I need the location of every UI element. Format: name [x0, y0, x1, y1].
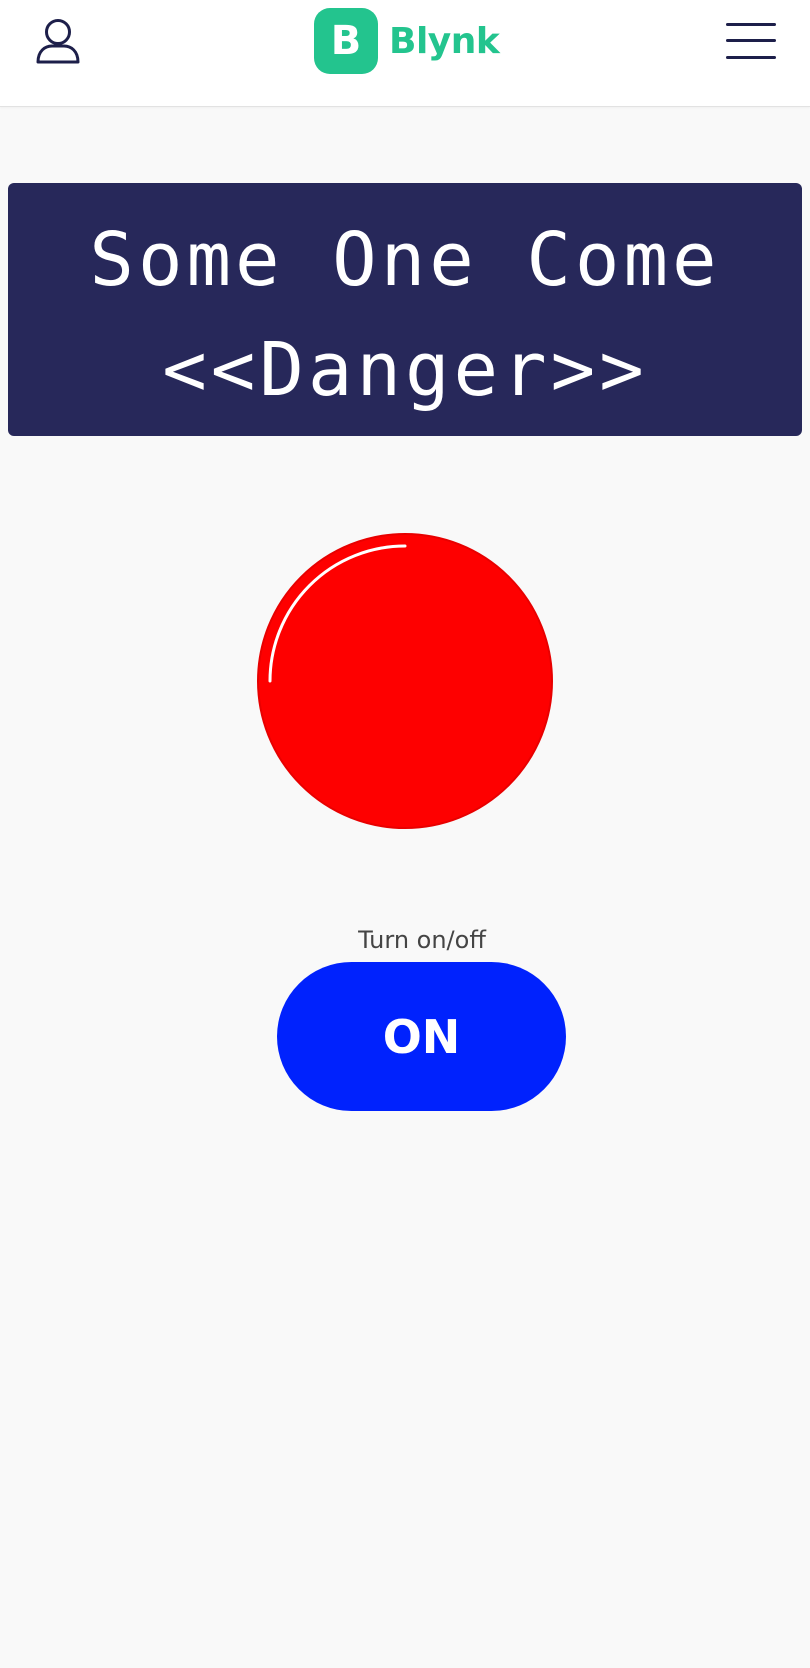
- hamburger-menu-icon-bar: [726, 56, 776, 59]
- logo-text: Blynk: [389, 20, 500, 62]
- user-icon: [36, 19, 80, 64]
- blynk-logo: B Blynk: [314, 8, 500, 74]
- app-header: B Blynk: [0, 0, 810, 107]
- user-profile-button[interactable]: [32, 16, 84, 68]
- led-indicator: [257, 533, 553, 829]
- hamburger-menu-icon-bar: [726, 39, 776, 42]
- lcd-line-1: Some One Come: [89, 217, 721, 303]
- switch-label: Turn on/off: [358, 926, 486, 954]
- power-toggle-button[interactable]: ON: [277, 962, 566, 1111]
- lcd-line-2: <<Danger>>: [162, 327, 648, 413]
- lcd-widget: Some One Come <<Danger>>: [8, 183, 802, 436]
- logo-mark: B: [314, 8, 378, 74]
- hamburger-menu-button[interactable]: [726, 22, 778, 60]
- led-widget: [256, 532, 554, 830]
- hamburger-menu-icon-bar: [726, 23, 776, 26]
